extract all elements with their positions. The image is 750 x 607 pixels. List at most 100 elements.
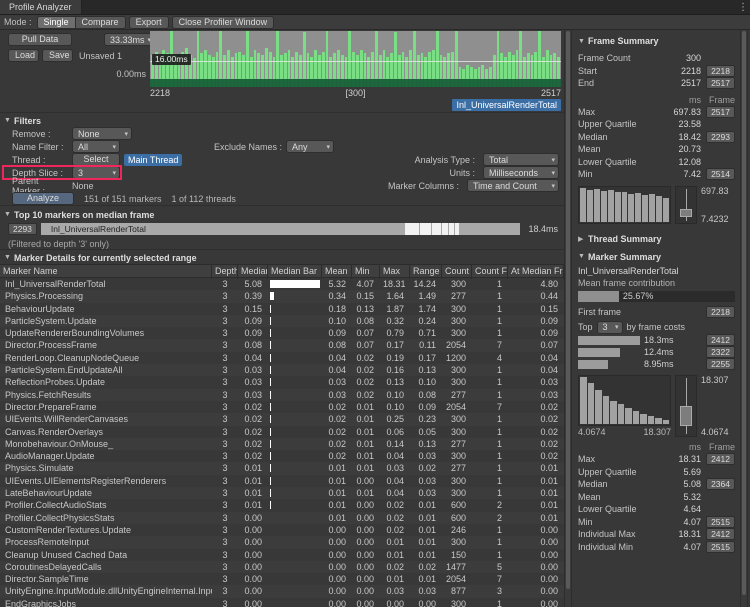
summary-row: Lower Quartile4.64	[578, 503, 735, 516]
table-row[interactable]: Physics.FetchResults30.030.030.020.100.0…	[0, 389, 564, 401]
frame-button[interactable]: 2255	[706, 358, 735, 370]
first-frame-button[interactable]: 2218	[706, 306, 735, 318]
table-row[interactable]: CoroutinesDelayedCalls30.000.000.000.020…	[0, 561, 564, 573]
frame-button[interactable]: 2514	[706, 168, 735, 180]
frame-button[interactable]: 2364	[706, 478, 735, 490]
table-row[interactable]: Profiler.CollectAudioStats30.010.010.000…	[0, 499, 564, 511]
frame-button[interactable]: 2517	[706, 77, 735, 89]
mode-compare-button[interactable]: Compare	[75, 16, 126, 29]
table-row[interactable]: AudioManager.Update30.020.020.010.040.03…	[0, 450, 564, 462]
mode-single-button[interactable]: Single	[37, 16, 76, 29]
top10-title: Top 10 markers on median frame	[14, 210, 154, 220]
table-row[interactable]: LateBehaviourUpdate30.010.010.010.040.03…	[0, 487, 564, 499]
table-row[interactable]: UnityEngine.InputModule.dllUnityEngineIn…	[0, 585, 564, 597]
marker-summary-header[interactable]: ▼ Marker Summary	[578, 250, 735, 264]
marker-summary-histogram[interactable]	[578, 375, 671, 426]
scrollbar-thumb[interactable]	[566, 31, 570, 589]
selected-marker-label[interactable]: Inl_UniversalRenderTotal	[452, 99, 561, 111]
marker-table-header: Marker NameDepthMedianMedian BarMeanMinM…	[0, 264, 564, 278]
close-profiler-window-button[interactable]: Close Profiler Window	[172, 16, 275, 29]
marker-details-title: Marker Details for currently selected ra…	[14, 253, 197, 263]
table-row[interactable]: CustomRenderTextures.Update30.000.000.00…	[0, 524, 564, 536]
units-label: Units :	[449, 168, 475, 178]
remove-dropdown[interactable]: None ▾	[72, 127, 132, 140]
table-row[interactable]: UIEvents.WillRenderCanvases30.020.020.01…	[0, 413, 564, 425]
chart-scale-dropdown[interactable]: 33.33ms ▾	[104, 33, 152, 46]
frame-button[interactable]: 2293	[706, 131, 735, 143]
left-panel-scrollbar[interactable]	[564, 30, 572, 607]
table-row[interactable]: Director.PrepareFrame30.020.020.010.100.…	[0, 401, 564, 413]
table-row[interactable]: ReflectionProbes.Update30.030.030.020.13…	[0, 376, 564, 388]
column-header[interactable]: Min	[352, 265, 380, 279]
load-button[interactable]: Load	[8, 49, 39, 62]
frame-button[interactable]: 2412	[706, 528, 735, 540]
column-header[interactable]: At Median Frame	[508, 265, 564, 279]
frame-summary-header[interactable]: ▼ Frame Summary	[578, 34, 735, 48]
analysis-type-dropdown[interactable]: Total ▾	[483, 153, 559, 166]
table-row[interactable]: Cleanup Unused Cached Data30.000.000.000…	[0, 549, 564, 561]
export-button[interactable]: Export	[129, 16, 169, 29]
kebab-menu-icon[interactable]: ⋮	[736, 0, 750, 14]
table-row[interactable]: Canvas.RenderOverlays30.020.020.010.060.…	[0, 426, 564, 438]
top10-marker-segment	[449, 223, 454, 235]
main-thread-chip[interactable]: Main Thread	[124, 154, 182, 166]
summary-row: Frame Count300	[578, 52, 735, 65]
units-dropdown[interactable]: Milliseconds ▾	[483, 166, 559, 179]
frame-summary-histogram[interactable]	[578, 186, 671, 224]
frame-time-chart[interactable]: 16.00ms	[150, 31, 561, 87]
marker-details-header[interactable]: ▼ Marker Details for currently selected …	[0, 251, 564, 264]
depth-slice-dropdown[interactable]: 3 ▾	[72, 166, 120, 179]
column-header[interactable]: Count Frame	[472, 265, 508, 279]
table-row[interactable]: ParticleSystem.Update30.090.100.080.320.…	[0, 315, 564, 327]
marker-columns-dropdown[interactable]: Time and Count ▾	[467, 179, 559, 192]
pull-data-button[interactable]: Pull Data	[8, 33, 72, 46]
frame-button[interactable]: 2515	[706, 541, 735, 553]
table-row[interactable]: UIEvents.UIElementsRegisterRenderers30.0…	[0, 475, 564, 487]
tab-profile-analyzer[interactable]: Profile Analyzer	[0, 0, 82, 14]
frame-button[interactable]: 2515	[706, 516, 735, 528]
analyze-button[interactable]: Analyze	[12, 192, 74, 205]
column-header[interactable]: Marker Name	[0, 265, 212, 279]
table-row[interactable]: Profiler.CollectPhysicsStats30.000.010.0…	[0, 512, 564, 524]
column-header[interactable]: Median	[238, 265, 268, 279]
scrollbar-thumb[interactable]	[742, 31, 746, 595]
table-row[interactable]: UpdateRendererBoundingVolumes30.090.090.…	[0, 327, 564, 339]
column-header[interactable]: Depth	[212, 265, 238, 279]
name-filter-value: All	[78, 142, 88, 152]
filters-header[interactable]: ▼ Filters	[0, 114, 564, 127]
histogram-bar	[610, 401, 617, 425]
column-header[interactable]: Count	[442, 265, 472, 279]
table-row[interactable]: RenderLoop.CleanupNodeQueue30.040.040.02…	[0, 352, 564, 364]
frame-button[interactable]: 2412	[706, 334, 735, 346]
histogram-bar	[580, 188, 586, 222]
table-row[interactable]: BehaviourUpdate30.150.180.131.871.743001…	[0, 303, 564, 315]
frame-button[interactable]: 2412	[706, 453, 735, 465]
table-row[interactable]: EndGraphicsJobs30.000.000.000.000.003001…	[0, 598, 564, 607]
thread-summary-header[interactable]: ▶ Thread Summary	[578, 232, 735, 246]
right-panel-scrollbar[interactable]	[740, 30, 748, 607]
top-n-dropdown[interactable]: 3 ▾	[597, 321, 623, 334]
table-row[interactable]: Director.ProcessFrame30.080.080.070.170.…	[0, 339, 564, 351]
median-frame-button[interactable]: 2293	[8, 223, 37, 235]
save-button[interactable]: Save	[42, 49, 73, 62]
column-header[interactable]: Mean	[322, 265, 352, 279]
table-row[interactable]: Director.SampleTime30.000.000.000.010.01…	[0, 573, 564, 585]
name-filter-dropdown[interactable]: All ▾	[72, 140, 120, 153]
table-row[interactable]: Physics.Processing30.390.340.151.641.492…	[0, 290, 564, 302]
column-header[interactable]: Max	[380, 265, 410, 279]
table-row[interactable]: Monobehaviour.OnMouse_30.020.020.010.140…	[0, 438, 564, 450]
table-row[interactable]: Inl_UniversalRenderTotal35.085.324.0718.…	[0, 278, 564, 290]
thread-select-button[interactable]: Select	[72, 153, 120, 166]
top10-header[interactable]: ▼ Top 10 markers on median frame	[0, 208, 564, 221]
table-row[interactable]: Physics.Simulate30.010.010.010.030.02277…	[0, 462, 564, 474]
column-header[interactable]: Range	[410, 265, 442, 279]
exclude-names-dropdown[interactable]: Any ▾	[286, 140, 334, 153]
frame-button[interactable]: 2517	[706, 106, 735, 118]
table-row[interactable]: ProcessRemoteInput30.000.000.000.010.013…	[0, 536, 564, 548]
column-header[interactable]: Median Bar	[268, 265, 322, 279]
frame-button[interactable]: 2218	[706, 65, 735, 77]
boxplot-max-label: 697.83	[701, 186, 735, 196]
frame-button[interactable]: 2322	[706, 346, 735, 358]
top10-bar[interactable]: Inl_UniversalRenderTotal	[41, 223, 520, 235]
table-row[interactable]: ParticleSystem.EndUpdateAll30.030.040.02…	[0, 364, 564, 376]
